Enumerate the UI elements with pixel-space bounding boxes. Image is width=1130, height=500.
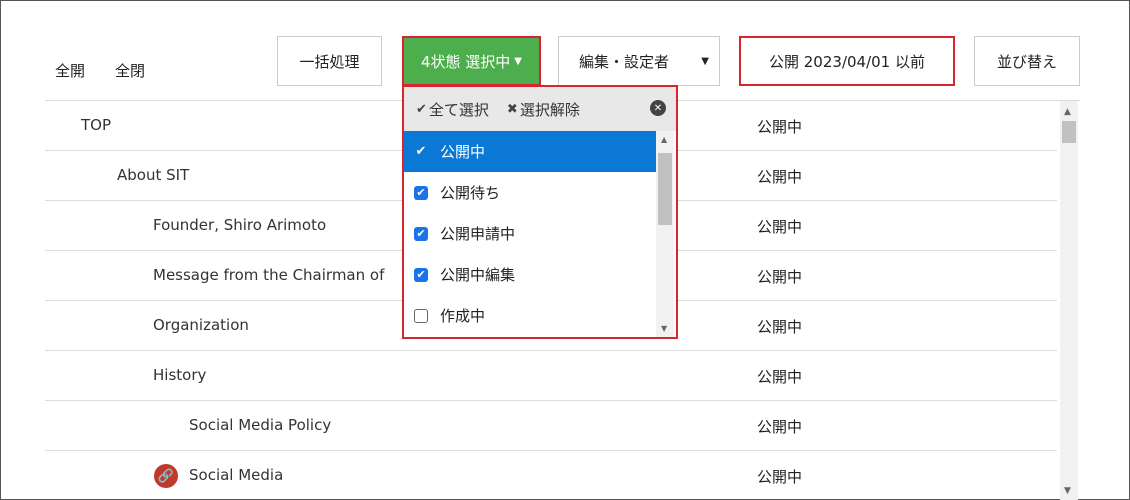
scroll-down-arrow-icon[interactable]: ▼ [661, 324, 667, 333]
status-filter-button[interactable]: 4状態 選択中 ▼ [402, 36, 541, 86]
checkbox-checked-icon[interactable]: ✔ [414, 226, 428, 241]
status-text: 公開中 [757, 318, 803, 336]
link-icon: 🔗 [154, 464, 178, 488]
checkbox-checked-icon[interactable]: ✔ [414, 144, 428, 159]
option-pending-publish[interactable]: ✔ 公開待ち [404, 172, 656, 213]
status-text: 公開中 [757, 418, 803, 436]
sort-label: 並び替え [996, 52, 1057, 71]
caret-down-icon: ▼ [514, 55, 522, 67]
table-row[interactable]: Social Media Policy 公開中 [45, 401, 1057, 451]
check-icon: ✔ [416, 101, 427, 117]
scroll-up-arrow-icon[interactable]: ▲ [1064, 107, 1071, 117]
close-icon[interactable]: ✕ [650, 100, 666, 116]
status-filter-dropdown: ✔ 全て選択 ✖ 選択解除 ✕ ✔ 公開中 ✔ 公開待ち ✔ 公開申請中 ✔ 公… [402, 85, 678, 339]
option-label: 公開中編集 [440, 266, 516, 284]
dropdown-scrollbar[interactable]: ▲ ▼ [656, 131, 674, 337]
page-title[interactable]: Social Media Policy [189, 416, 331, 434]
scrollbar-thumb[interactable] [1062, 121, 1076, 143]
status-text: 公開中 [757, 168, 803, 186]
scroll-up-arrow-icon[interactable]: ▲ [661, 135, 667, 144]
status-text: 公開中 [757, 268, 803, 286]
page-title[interactable]: TOP [81, 116, 111, 134]
option-label: 公開待ち [440, 184, 501, 202]
scrollbar-thumb[interactable] [658, 153, 672, 225]
deselect-all-button[interactable]: ✖ 選択解除 [507, 99, 580, 120]
checkbox-unchecked-icon[interactable] [414, 308, 428, 323]
checkbox-checked-icon[interactable]: ✔ [414, 185, 428, 200]
option-draft[interactable]: 作成中 [404, 295, 656, 336]
deselect-all-label: 選択解除 [519, 100, 580, 119]
option-label: 公開中 [440, 143, 486, 161]
collapse-all-link[interactable]: 全閉 [115, 60, 145, 81]
x-icon: ✖ [506, 101, 518, 117]
option-published[interactable]: ✔ 公開中 [404, 131, 656, 172]
publish-date-filter-button[interactable]: 公開 2023/04/01 以前 [739, 36, 955, 86]
option-label: 公開申請中 [440, 225, 516, 243]
page-title[interactable]: Founder, Shiro Arimoto [153, 216, 326, 234]
status-text: 公開中 [757, 468, 803, 486]
list-scrollbar[interactable]: ▲ ▼ [1060, 101, 1078, 500]
select-all-button[interactable]: ✔ 全て選択 [416, 99, 489, 120]
status-filter-label: 4状態 選択中 [420, 52, 511, 71]
dropdown-header: ✔ 全て選択 ✖ 選択解除 ✕ [404, 87, 676, 131]
dropdown-options: ✔ 公開中 ✔ 公開待ち ✔ 公開申請中 ✔ 公開中編集 作成中 [404, 131, 656, 337]
publish-date-filter-label: 公開 2023/04/01 以前 [769, 52, 925, 71]
scroll-down-arrow-icon[interactable]: ▼ [1064, 486, 1071, 496]
editor-filter-select[interactable]: 編集・設定者 ▼ [558, 36, 720, 86]
page-title[interactable]: Social Media [189, 466, 283, 484]
page-title[interactable]: About SIT [117, 166, 189, 184]
bulk-process-button[interactable]: 一括処理 [277, 36, 382, 86]
status-text: 公開中 [757, 368, 803, 386]
caret-down-icon: ▼ [701, 55, 709, 67]
checkbox-checked-icon[interactable]: ✔ [414, 267, 428, 282]
bulk-process-label: 一括処理 [299, 52, 360, 71]
editor-filter-label: 編集・設定者 [579, 52, 670, 71]
sort-button[interactable]: 並び替え [974, 36, 1080, 86]
option-editing-published[interactable]: ✔ 公開中編集 [404, 254, 656, 295]
page-title[interactable]: Message from the Chairman of [153, 266, 384, 284]
page-title[interactable]: Organization [153, 316, 249, 334]
status-text: 公開中 [757, 218, 803, 236]
expand-all-link[interactable]: 全開 [55, 60, 85, 81]
option-publish-requested[interactable]: ✔ 公開申請中 [404, 213, 656, 254]
select-all-label: 全て選択 [428, 100, 489, 119]
table-row[interactable]: History 公開中 [45, 351, 1057, 401]
option-label: 作成中 [440, 307, 486, 325]
page-title[interactable]: History [153, 366, 206, 384]
table-row[interactable]: 🔗 Social Media 公開中 [45, 451, 1057, 500]
status-text: 公開中 [757, 118, 803, 136]
